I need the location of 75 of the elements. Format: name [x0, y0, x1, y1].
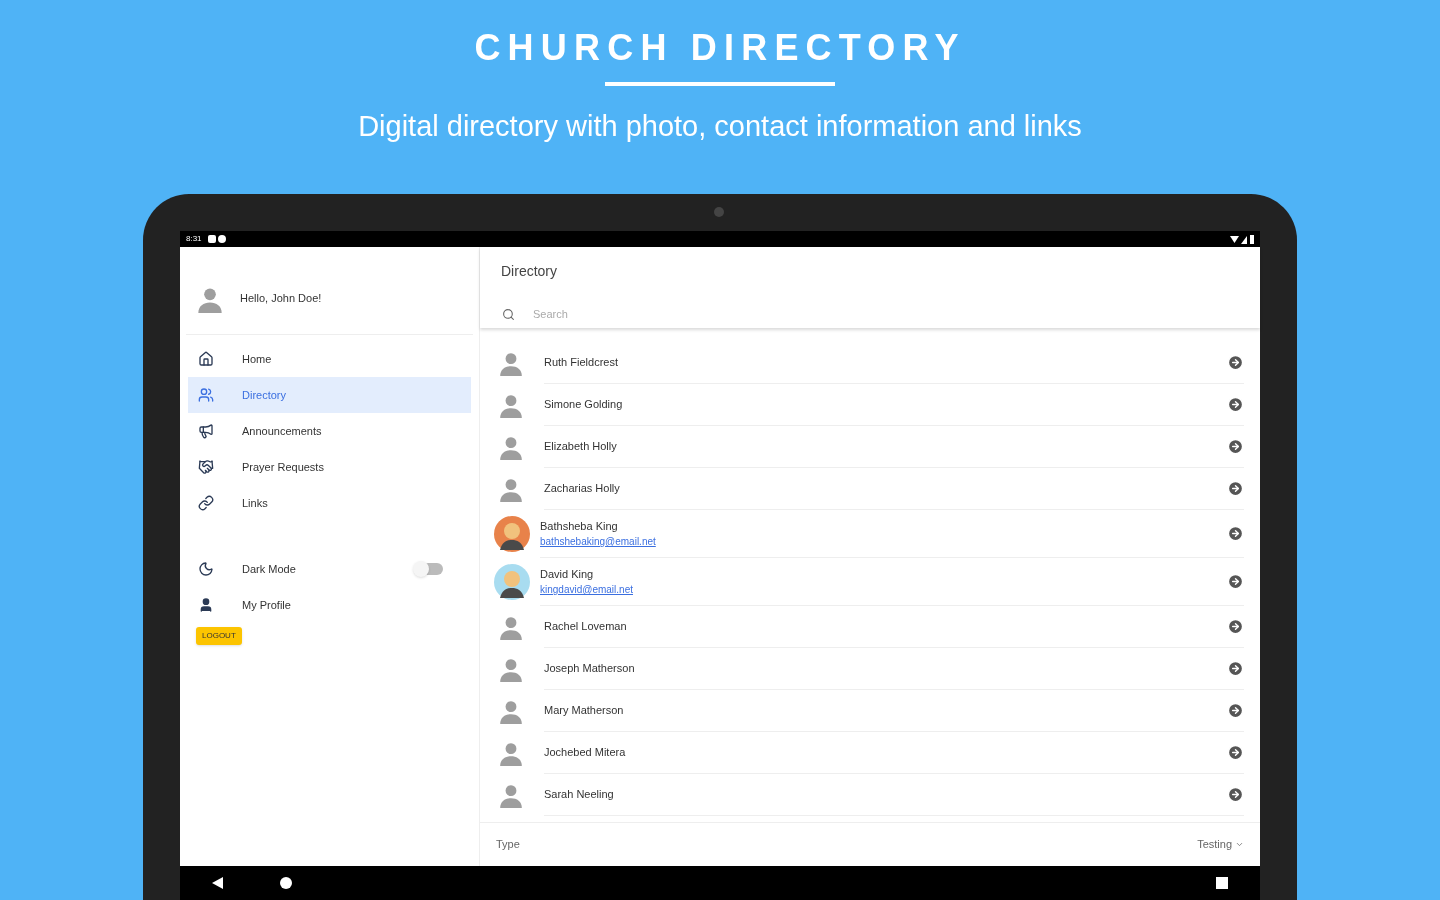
avatar-icon: [498, 656, 524, 682]
search-icon: [502, 307, 515, 321]
notification-icon: [207, 235, 226, 243]
contact-name: David King: [540, 566, 595, 582]
avatar-icon: [498, 614, 524, 640]
back-icon[interactable]: [212, 877, 224, 889]
dark-mode-toggle[interactable]: [415, 563, 443, 575]
avatar-icon: [498, 392, 524, 418]
house-icon: [198, 351, 214, 367]
arrow-circle-icon[interactable]: [1227, 396, 1244, 413]
nav-item[interactable]: Prayer Requests: [188, 449, 471, 485]
avatar-icon: [498, 782, 524, 808]
contact-row[interactable]: Jochebed Mitera: [480, 732, 1260, 774]
avatar-icon: [498, 740, 524, 766]
contact-row[interactable]: Simone Golding: [480, 384, 1260, 426]
contact-name: Simone Golding: [544, 397, 624, 413]
megaphone-icon: [198, 423, 214, 439]
arrow-circle-icon[interactable]: [1227, 660, 1244, 677]
avatar-icon: [498, 434, 524, 460]
contact-row[interactable]: Ruth Fieldcrest: [480, 342, 1260, 384]
arrow-circle-icon[interactable]: [1227, 618, 1244, 635]
contact-name: Jochebed Mitera: [544, 745, 627, 761]
link-icon: [198, 495, 214, 511]
my-profile-link[interactable]: My Profile: [242, 596, 291, 614]
contact-email[interactable]: kingdavid@email.net: [540, 582, 1227, 598]
banner-subtitle: Digital directory with photo, contact information and links: [358, 109, 1082, 144]
contact-name: Bathsheba King: [540, 518, 619, 534]
arrow-circle-icon[interactable]: [1227, 744, 1244, 761]
contact-row[interactable]: Mary Matherson: [480, 690, 1260, 732]
contact-name: Sarah Neeling: [544, 787, 615, 803]
footer-label: Type: [496, 837, 521, 853]
avatar-icon: [498, 698, 524, 724]
nav-item[interactable]: Links: [188, 485, 471, 521]
arrow-circle-icon[interactable]: [1227, 438, 1244, 455]
nav-item[interactable]: Home: [188, 341, 471, 377]
dark-mode-label: Dark Mode: [242, 561, 297, 577]
arrow-circle-icon[interactable]: [1227, 480, 1244, 497]
greeting: Hello, John Doe!: [240, 291, 322, 307]
contact-row[interactable]: Rachel Loveman: [480, 606, 1260, 648]
nav-item[interactable]: Announcements: [188, 413, 471, 449]
caret-icon: [1235, 840, 1244, 849]
arrow-circle-icon[interactable]: [1227, 525, 1244, 542]
signal-icon: [1230, 234, 1254, 244]
contact-row[interactable]: Elizabeth Holly: [480, 426, 1260, 468]
contact-row[interactable]: Bathsheba King bathshebaking@email.net: [480, 510, 1260, 558]
moon-icon: [198, 561, 214, 577]
arrow-circle-icon[interactable]: [1227, 786, 1244, 803]
contact-name: Joseph Matherson: [544, 661, 636, 677]
avatar-icon: [498, 476, 524, 502]
avatar-icon: [498, 350, 524, 376]
contact-name: Mary Matherson: [544, 703, 625, 719]
arrow-circle-icon[interactable]: [1227, 354, 1244, 371]
contact-email[interactable]: bathshebaking@email.net: [540, 534, 1227, 550]
nav-item[interactable]: Directory: [188, 377, 471, 413]
banner-title: CHURCH DIRECTORY: [474, 28, 966, 68]
type-dropdown[interactable]: Testing: [1197, 836, 1244, 853]
user-icon: [198, 597, 214, 613]
arrow-circle-icon[interactable]: [1227, 573, 1244, 590]
page-title: Directory: [500, 262, 558, 281]
contact-name: Elizabeth Holly: [544, 439, 618, 455]
home-icon[interactable]: [280, 877, 292, 889]
contact-name: Zacharias Holly: [544, 481, 621, 497]
contact-row[interactable]: Joseph Matherson: [480, 648, 1260, 690]
contact-row[interactable]: Sarah Neeling: [480, 774, 1260, 816]
contact-name: Ruth Fieldcrest: [544, 355, 619, 371]
contact-row[interactable]: David King kingdavid@email.net: [480, 558, 1260, 606]
arrow-circle-icon[interactable]: [1227, 702, 1244, 719]
people-icon: [198, 387, 214, 403]
contact-name: Rachel Loveman: [544, 619, 628, 635]
handshake-icon: [198, 459, 214, 475]
search-field[interactable]: Search: [533, 305, 1238, 323]
camera-icon: [714, 207, 724, 217]
logout-button[interactable]: LOGOUT: [196, 627, 242, 645]
status-time: 8:31: [186, 235, 202, 243]
contact-row[interactable]: Zacharias Holly: [480, 468, 1260, 510]
